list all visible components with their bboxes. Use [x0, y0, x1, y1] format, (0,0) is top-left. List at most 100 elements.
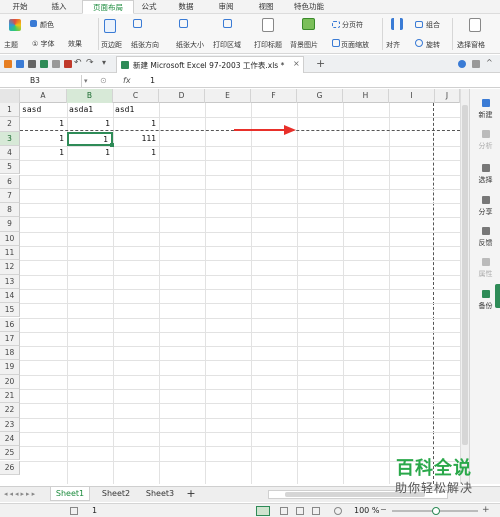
- row-header[interactable]: 18: [0, 346, 20, 361]
- tab-data[interactable]: 数据: [172, 0, 200, 14]
- normal-view-icon[interactable]: [256, 506, 270, 516]
- row-header[interactable]: 8: [0, 203, 20, 218]
- print-area-button[interactable]: 打印区域: [213, 40, 241, 50]
- sidebar-item-feedback[interactable]: 反馈: [470, 238, 500, 248]
- account-icon[interactable]: [472, 60, 480, 68]
- eye-protection-icon[interactable]: [334, 507, 342, 515]
- zoom-slider-thumb[interactable]: [432, 507, 440, 515]
- row-header[interactable]: 26: [0, 460, 20, 475]
- function-icon[interactable]: fx: [123, 76, 131, 85]
- group-button[interactable]: 组合: [426, 20, 440, 30]
- formula-input[interactable]: 1: [150, 76, 155, 85]
- chevron-down-icon[interactable]: ▾: [84, 77, 88, 85]
- row-header[interactable]: 24: [0, 431, 20, 447]
- zoom-icon[interactable]: ⊙: [100, 76, 107, 85]
- sidebar-item-share[interactable]: 分享: [470, 207, 500, 217]
- sidebar-collapse-handle[interactable]: [495, 284, 500, 308]
- save-icon[interactable]: [16, 60, 24, 68]
- export-icon[interactable]: [40, 60, 48, 68]
- new-tab-button[interactable]: +: [316, 57, 325, 70]
- preview-icon[interactable]: [52, 60, 60, 68]
- document-tab[interactable]: 新建 Microsoft Excel 97-2003 工作表.xls * ×: [116, 56, 304, 73]
- print-titles-button[interactable]: 打印标题: [254, 40, 282, 50]
- row-header[interactable]: 23: [0, 417, 20, 432]
- row-header[interactable]: 1: [0, 103, 20, 118]
- reading-view-icon[interactable]: [312, 507, 320, 515]
- row-header[interactable]: 12: [0, 260, 20, 275]
- undo-icon[interactable]: ↶: [74, 58, 82, 68]
- row-header[interactable]: 14: [0, 288, 20, 304]
- tab-view[interactable]: 视图: [252, 0, 280, 14]
- row-header[interactable]: 19: [0, 360, 20, 375]
- sidebar-item-properties[interactable]: 属性: [470, 269, 500, 279]
- tab-insert[interactable]: 插入: [44, 0, 74, 14]
- tab-page-layout[interactable]: 页面布局: [82, 0, 134, 14]
- redo-icon[interactable]: ↷: [86, 58, 94, 68]
- sidebar-item-analyze[interactable]: 分析: [470, 141, 500, 151]
- row-header[interactable]: 25: [0, 446, 20, 461]
- selection-pane-button[interactable]: 选择窗格: [457, 40, 485, 50]
- page-zoom-button[interactable]: 页面缩放: [341, 40, 369, 50]
- row-header[interactable]: 16: [0, 317, 20, 332]
- paper-size-button[interactable]: 纸张大小: [176, 40, 204, 50]
- row-header[interactable]: 21: [0, 389, 20, 404]
- effects-button[interactable]: 效果: [68, 39, 82, 49]
- chevron-down-icon[interactable]: ▾: [102, 58, 106, 67]
- print-icon[interactable]: [28, 60, 36, 68]
- rotate-button[interactable]: 旋转: [426, 40, 440, 50]
- row-header[interactable]: 9: [0, 217, 20, 232]
- row-header[interactable]: 13: [0, 274, 20, 289]
- page-break-button[interactable]: 分页符: [342, 20, 363, 30]
- row-header[interactable]: 10: [0, 231, 20, 246]
- cell-a1[interactable]: sasd: [22, 103, 67, 117]
- tab-formulas[interactable]: 公式: [136, 0, 162, 14]
- page-break-view-icon[interactable]: [280, 507, 288, 515]
- row-header[interactable]: 3: [0, 131, 20, 146]
- cell-b1[interactable]: asda1: [69, 103, 113, 117]
- align-button[interactable]: 对齐: [386, 40, 400, 50]
- tab-start[interactable]: 开始: [6, 0, 34, 14]
- tab-review[interactable]: 审阅: [212, 0, 240, 14]
- cell-a3[interactable]: 1: [20, 132, 67, 146]
- name-box[interactable]: B3: [2, 75, 82, 87]
- row-header[interactable]: 11: [0, 246, 20, 261]
- cell-c3[interactable]: 111: [113, 132, 159, 146]
- cell-a4[interactable]: 1: [20, 146, 67, 160]
- format-icon[interactable]: [64, 60, 72, 68]
- sidebar-item-new[interactable]: 新建: [470, 110, 500, 120]
- row-header[interactable]: 5: [0, 160, 20, 175]
- row-header[interactable]: 4: [0, 145, 20, 161]
- scrollbar-thumb[interactable]: [462, 105, 468, 445]
- sheet-tab-sheet2[interactable]: Sheet2: [96, 487, 136, 501]
- sidebar-item-select[interactable]: 选择: [470, 175, 500, 185]
- colors-button[interactable]: 颜色: [40, 20, 54, 30]
- row-header[interactable]: 17: [0, 331, 20, 347]
- sheet-nav-arrows[interactable]: ◂◂◂▸▸▸: [4, 490, 37, 498]
- page-layout-view-icon[interactable]: [296, 507, 304, 515]
- orientation-button[interactable]: 纸张方向: [131, 40, 159, 50]
- row-header[interactable]: 6: [0, 174, 20, 189]
- open-icon[interactable]: [4, 60, 12, 68]
- close-icon[interactable]: ×: [293, 59, 300, 68]
- zoom-slider[interactable]: [392, 507, 478, 515]
- row-header[interactable]: 7: [0, 188, 20, 204]
- theme-button[interactable]: 主题: [4, 40, 18, 50]
- sheet-tab-sheet3[interactable]: Sheet3: [140, 487, 180, 501]
- cell-a2[interactable]: 1: [20, 117, 67, 131]
- tab-special-features[interactable]: 特色功能: [288, 0, 330, 14]
- chevron-up-icon[interactable]: ^: [486, 58, 493, 67]
- row-header[interactable]: 2: [0, 117, 20, 132]
- cell-b4[interactable]: 1: [67, 146, 113, 160]
- cell-c1[interactable]: asd1: [115, 103, 159, 117]
- row-header[interactable]: 15: [0, 303, 20, 318]
- fonts-button[interactable]: ① 字体: [32, 39, 55, 49]
- vertical-scrollbar[interactable]: [460, 89, 469, 484]
- margins-button[interactable]: 页边距: [101, 40, 122, 50]
- background-image-button[interactable]: 背景图片: [290, 40, 318, 50]
- cloud-icon[interactable]: [458, 60, 466, 68]
- sheet-tab-sheet1[interactable]: Sheet1: [50, 487, 90, 501]
- cell-c2[interactable]: 1: [113, 117, 159, 131]
- row-header[interactable]: 22: [0, 403, 20, 418]
- row-header[interactable]: 20: [0, 374, 20, 389]
- cell-b3-active[interactable]: 1: [67, 131, 113, 146]
